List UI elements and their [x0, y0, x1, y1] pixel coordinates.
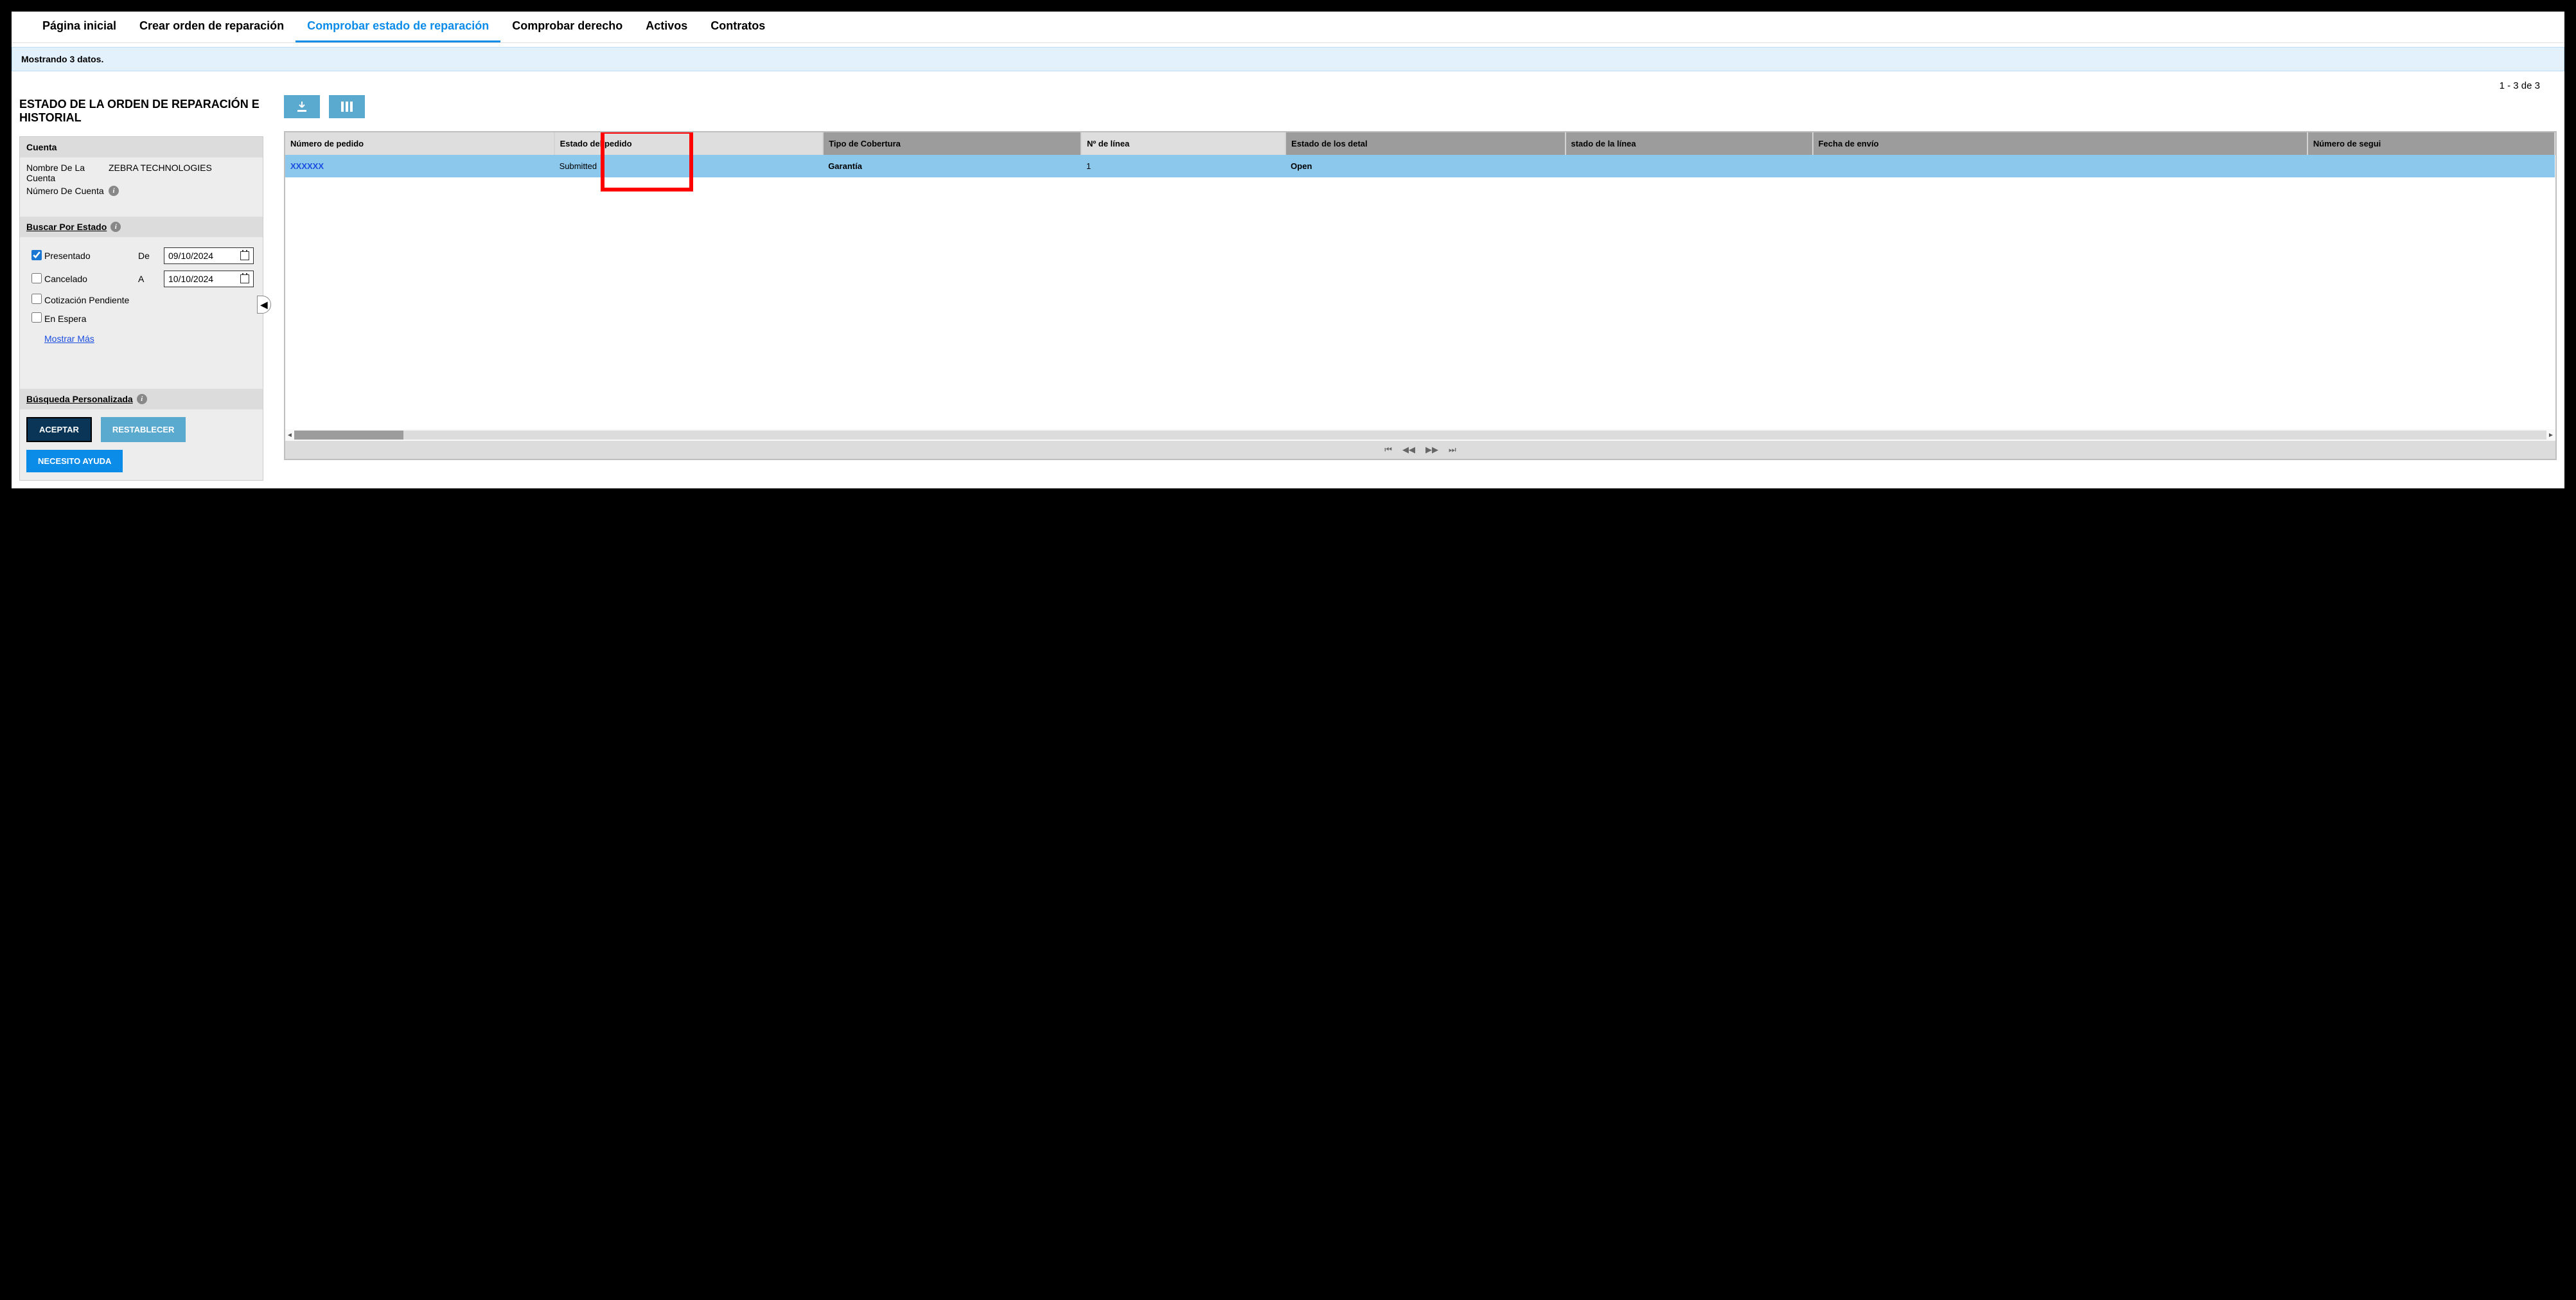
- label-on-hold: En Espera: [44, 314, 254, 324]
- columns-icon: [340, 101, 353, 112]
- from-label: De: [138, 251, 164, 261]
- checkbox-pending-quote[interactable]: [31, 294, 42, 304]
- col-line-number[interactable]: Nº de línea: [1081, 132, 1285, 155]
- cell-coverage: Garantía: [823, 155, 1081, 177]
- label-pending-quote: Cotización Pendiente: [44, 295, 254, 305]
- horizontal-scrollbar[interactable]: ◄ ►: [285, 429, 2555, 441]
- checkbox-on-hold[interactable]: [31, 312, 42, 323]
- records-banner: Mostrando 3 datos.: [12, 47, 2564, 71]
- order-number-link[interactable]: XXXXXX: [290, 161, 324, 171]
- checkbox-submitted[interactable]: [31, 250, 42, 260]
- account-header: Cuenta: [20, 137, 263, 157]
- pager-first-icon[interactable]: ⏮: [1384, 445, 1392, 455]
- cell-line-no: 1: [1081, 155, 1285, 177]
- custom-search-header[interactable]: Búsqueda Personalizada i: [20, 389, 263, 409]
- tab-create-order[interactable]: Crear orden de reparación: [128, 12, 296, 42]
- tab-entitlement[interactable]: Comprobar derecho: [500, 12, 634, 42]
- info-icon[interactable]: i: [109, 186, 119, 196]
- calendar-icon: [240, 251, 249, 260]
- account-name-label: Nombre De La Cuenta: [26, 163, 109, 183]
- col-detail-status[interactable]: Estado de los detal: [1285, 132, 1565, 155]
- show-more-link[interactable]: Mostrar Más: [44, 334, 94, 344]
- to-label: A: [138, 274, 164, 284]
- info-icon[interactable]: i: [137, 394, 147, 404]
- pager-prev-icon[interactable]: ◀◀: [1402, 445, 1415, 455]
- col-line-status[interactable]: stado de la línea: [1566, 132, 1813, 155]
- col-ship-date[interactable]: Fecha de envío: [1813, 132, 2307, 155]
- pager[interactable]: ⏮ ◀◀ ▶▶ ⏭: [285, 441, 2555, 459]
- download-button[interactable]: [284, 95, 320, 118]
- page-count: 1 - 3 de 3: [12, 71, 2564, 95]
- label-cancelled: Cancelado: [44, 274, 138, 284]
- download-icon: [296, 100, 308, 113]
- cell-tracking: [2307, 155, 2555, 177]
- tab-check-repair-status[interactable]: Comprobar estado de reparación: [296, 12, 500, 42]
- checkbox-cancelled[interactable]: [31, 273, 42, 283]
- account-name-value: ZEBRA TECHNOLOGIES: [109, 163, 212, 173]
- cell-order-status: Submitted: [554, 155, 824, 177]
- pager-next-icon[interactable]: ▶▶: [1425, 445, 1438, 455]
- tab-assets[interactable]: Activos: [634, 12, 699, 42]
- cell-detail-status: Open: [1285, 155, 1565, 177]
- chevron-left-icon: ◀: [261, 299, 268, 310]
- cell-ship-date: [1813, 155, 2307, 177]
- tab-contracts[interactable]: Contratos: [699, 12, 777, 42]
- calendar-icon: [240, 274, 249, 283]
- search-by-status-header: Buscar Por Estado i: [20, 217, 263, 237]
- help-button[interactable]: NECESITO AYUDA: [26, 450, 123, 472]
- date-to-input[interactable]: 10/10/2024: [164, 271, 254, 287]
- col-order-status[interactable]: Estado del pedido: [554, 132, 824, 155]
- filter-panel: Cuenta Nombre De La Cuenta ZEBRA TECHNOL…: [19, 136, 263, 481]
- table-row[interactable]: XXXXXX Submitted Garantía 1 Open: [285, 155, 2555, 177]
- columns-button[interactable]: [329, 95, 365, 118]
- label-submitted: Presentado: [44, 251, 138, 261]
- col-order-number[interactable]: Número de pedido: [285, 132, 554, 155]
- date-from-input[interactable]: 09/10/2024: [164, 247, 254, 264]
- account-number-label: Número De Cuenta: [26, 186, 109, 196]
- pager-last-icon[interactable]: ⏭: [1449, 445, 1456, 455]
- tab-home[interactable]: Página inicial: [31, 12, 128, 42]
- results-table: Número de pedido Estado del pedido Tipo …: [284, 131, 2557, 460]
- col-coverage-type[interactable]: Tipo de Cobertura: [823, 132, 1081, 155]
- info-icon[interactable]: i: [110, 222, 121, 232]
- cell-line-status: [1566, 155, 1813, 177]
- accept-button[interactable]: ACEPTAR: [26, 417, 92, 442]
- col-tracking-number[interactable]: Número de segui: [2307, 132, 2555, 155]
- tab-bar: Página inicial Crear orden de reparación…: [12, 12, 2564, 43]
- page-title: ESTADO DE LA ORDEN DE REPARACIÓN E HISTO…: [19, 95, 263, 136]
- reset-button[interactable]: RESTABLECER: [101, 417, 186, 442]
